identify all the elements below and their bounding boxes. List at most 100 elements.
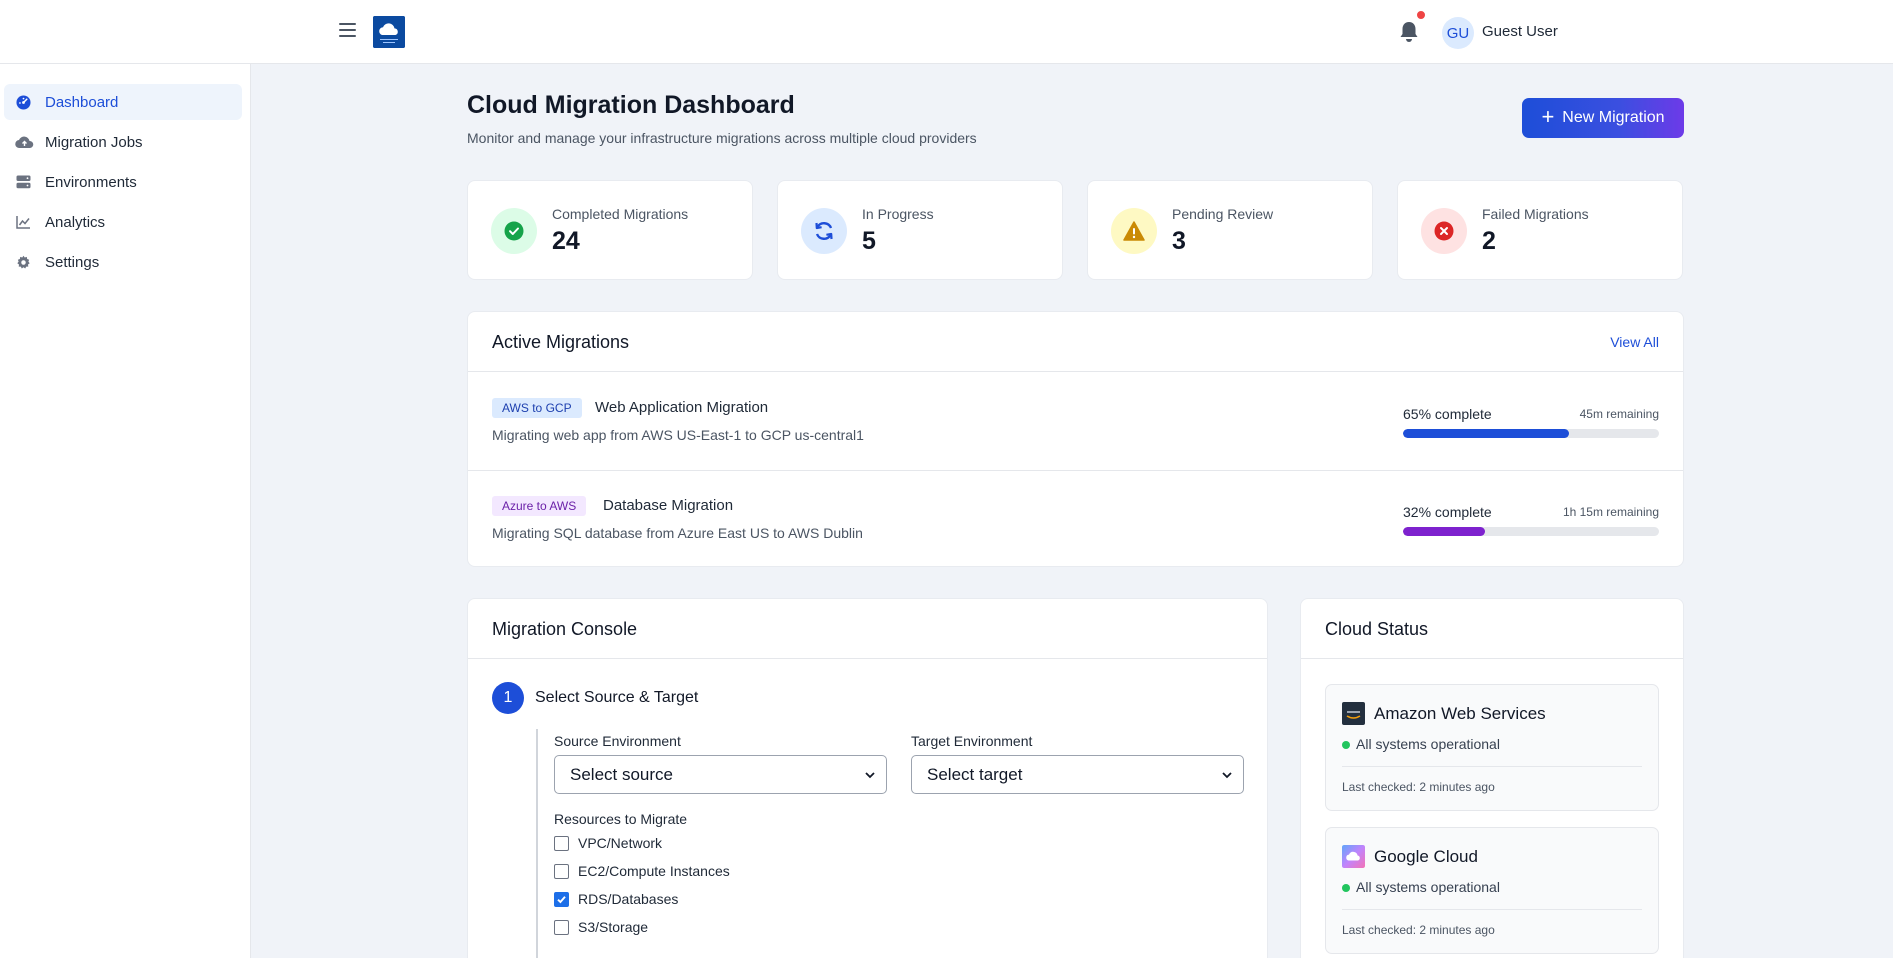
select-value: Select source: [570, 764, 673, 784]
migration-row[interactable]: AWS to GCP Web Application Migration Mig…: [468, 373, 1683, 470]
sidebar-item-label: Dashboard: [45, 93, 119, 111]
chevron-down-icon: [865, 772, 875, 779]
cloud-upload-icon: [15, 134, 34, 150]
source-environment-label: Source Environment: [554, 733, 681, 749]
resource-checkbox-ec2[interactable]: EC2/Compute Instances: [554, 861, 730, 881]
stat-value: 2: [1482, 227, 1496, 255]
checkbox[interactable]: [554, 835, 569, 851]
stat-label: Pending Review: [1172, 206, 1274, 222]
step-connector: [536, 729, 538, 958]
sidebar-item-label: Settings: [45, 253, 100, 271]
migration-tag: Azure to AWS: [492, 496, 587, 516]
gear-icon: [15, 254, 31, 270]
checkbox[interactable]: [554, 863, 569, 879]
resource-checkbox-s3[interactable]: S3/Storage: [554, 917, 648, 937]
stat-card-pending-review: Pending Review 3: [1087, 180, 1373, 280]
view-all-link[interactable]: View All: [1610, 334, 1659, 350]
checkbox-label: EC2/Compute Instances: [578, 863, 730, 879]
progress-bar: [1403, 429, 1659, 438]
provider-status: All systems operational: [1356, 736, 1500, 752]
aws-logo-icon: [1342, 702, 1365, 725]
new-migration-label: New Migration: [1562, 109, 1665, 126]
migration-console-panel: Migration Console 1 Select Source & Targ…: [467, 598, 1268, 958]
provider-name: Amazon Web Services: [1374, 704, 1546, 723]
sidebar-item-settings[interactable]: Settings: [4, 244, 242, 280]
dashboard-gauge-icon: [15, 94, 31, 110]
panel-header: Cloud Status: [1301, 599, 1683, 659]
user-name[interactable]: Guest User: [1482, 23, 1558, 40]
sync-icon: [801, 208, 847, 254]
sidebar: Dashboard Migration Jobs Environments An…: [0, 64, 251, 958]
chevron-down-icon: [1222, 772, 1232, 779]
resource-checkbox-vpc[interactable]: VPC/Network: [554, 833, 662, 853]
provider-name: Google Cloud: [1374, 847, 1478, 866]
migration-description: Migrating web app from AWS US-East-1 to …: [492, 427, 864, 443]
stat-card-failed: Failed Migrations 2: [1397, 180, 1683, 280]
stat-label: Failed Migrations: [1482, 206, 1589, 222]
stat-card-completed: Completed Migrations 24: [467, 180, 753, 280]
select-value: Select target: [927, 764, 1023, 784]
provider-status-card[interactable]: Google Cloud All systems operational Las…: [1325, 827, 1659, 954]
provider-status-card[interactable]: Amazon Web Services All systems operatio…: [1325, 684, 1659, 811]
sidebar-item-label: Analytics: [45, 213, 106, 231]
top-bar: GU Guest User: [0, 0, 1893, 64]
active-migrations-panel: Active Migrations View All AWS to GCP We…: [467, 311, 1684, 567]
check-circle-icon: [491, 208, 537, 254]
progress-fill: [1403, 429, 1570, 438]
last-checked: Last checked: 2 minutes ago: [1342, 780, 1495, 794]
migration-name: Database Migration: [603, 497, 734, 514]
sidebar-item-migration-jobs[interactable]: Migration Jobs: [4, 124, 242, 160]
page-title: Cloud Migration Dashboard: [467, 91, 795, 119]
divider: [1342, 909, 1642, 910]
time-remaining: 45m remaining: [1579, 407, 1659, 421]
notifications-bell-icon[interactable]: [1398, 20, 1420, 44]
step-title: Select Source & Target: [535, 689, 699, 706]
checkbox-label: S3/Storage: [578, 919, 649, 935]
checkbox[interactable]: [554, 919, 569, 935]
divider: [1342, 766, 1642, 767]
user-avatar[interactable]: GU: [1442, 17, 1474, 49]
panel-title: Active Migrations: [492, 332, 630, 352]
target-environment-select[interactable]: Select target: [911, 755, 1244, 794]
panel-header: Active Migrations View All: [468, 312, 1683, 372]
resources-label: Resources to Migrate: [554, 811, 688, 827]
migration-tag: AWS to GCP: [492, 398, 582, 418]
menu-toggle-icon[interactable]: [338, 21, 358, 39]
stat-value: 5: [862, 227, 876, 255]
new-migration-button[interactable]: + New Migration: [1522, 98, 1684, 138]
progress-percent: 32% complete: [1403, 504, 1492, 520]
stat-value: 3: [1172, 227, 1186, 255]
panel-header: Migration Console: [468, 599, 1267, 659]
migration-name: Web Application Migration: [595, 399, 769, 416]
provider-status: All systems operational: [1356, 879, 1500, 895]
x-circle-icon: [1421, 208, 1467, 254]
plus-icon: +: [1541, 104, 1555, 129]
sidebar-item-label: Environments: [45, 173, 137, 191]
stat-card-in-progress: In Progress 5: [777, 180, 1063, 280]
checkbox-checked[interactable]: [554, 891, 569, 907]
sidebar-item-label: Migration Jobs: [45, 133, 143, 151]
status-indicator-dot: [1342, 884, 1350, 892]
cloud-status-panel: Cloud Status Amazon Web Services All sys…: [1300, 598, 1684, 958]
sidebar-item-dashboard[interactable]: Dashboard: [4, 84, 242, 120]
sidebar-item-analytics[interactable]: Analytics: [4, 204, 242, 240]
progress-percent: 65% complete: [1403, 406, 1492, 422]
resource-checkbox-rds[interactable]: RDS/Databases: [554, 889, 678, 909]
page-subtitle: Monitor and manage your infrastructure m…: [467, 130, 977, 146]
stat-value: 24: [552, 227, 580, 255]
stat-label: Completed Migrations: [552, 206, 689, 222]
app-logo[interactable]: [373, 16, 405, 48]
last-checked: Last checked: 2 minutes ago: [1342, 923, 1495, 937]
migration-row[interactable]: Azure to AWS Database Migration Migratin…: [468, 470, 1683, 567]
step-number: 1: [492, 682, 524, 714]
server-icon: [15, 174, 31, 190]
panel-title: Migration Console: [492, 619, 638, 639]
source-environment-select[interactable]: Select source: [554, 755, 887, 794]
migration-description: Migrating SQL database from Azure East U…: [492, 525, 863, 541]
notification-badge: [1416, 10, 1426, 20]
panel-title: Cloud Status: [1325, 619, 1429, 639]
time-remaining: 1h 15m remaining: [1562, 505, 1659, 519]
progress-bar: [1403, 527, 1659, 536]
stat-label: In Progress: [862, 206, 934, 222]
sidebar-item-environments[interactable]: Environments: [4, 164, 242, 200]
